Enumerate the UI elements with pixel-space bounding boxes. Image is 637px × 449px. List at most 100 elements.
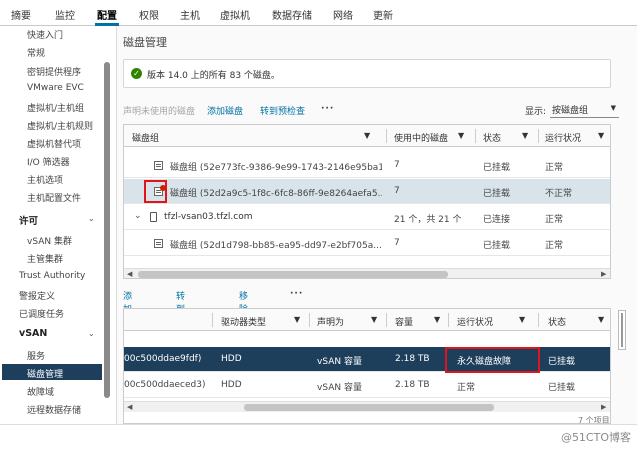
- filter-icon[interactable]: ▼: [598, 131, 604, 140]
- host-name: tfzl-vsan03.tfzl.com: [164, 212, 253, 222]
- sidebar-section-licensing[interactable]: 许可: [19, 213, 38, 227]
- filter-icon[interactable]: ▼: [371, 315, 377, 324]
- claimed-as-value: vSAN 容量: [317, 383, 362, 393]
- sidebar-item-disk-management[interactable]: 磁盘管理: [27, 367, 63, 380]
- disk-group-name: 磁盘组 (52d2a9c5-1f8c-6fc8-86ff-9e8264aefa5…: [170, 189, 382, 199]
- sidebar-item-vm-host-groups[interactable]: 虚拟机/主机组: [27, 101, 84, 114]
- health-value: 正常: [545, 241, 564, 251]
- more-actions-button[interactable]: ···: [321, 104, 334, 114]
- filter-icon[interactable]: ▼: [294, 315, 300, 324]
- sidebar-item-vsan-cluster[interactable]: vSAN 集群: [27, 234, 72, 247]
- sidebar-item-host-profile[interactable]: 主机配置文件: [27, 191, 81, 204]
- column-header-health[interactable]: 运行状况: [457, 315, 493, 328]
- scroll-right-icon[interactable]: ▶: [601, 270, 606, 278]
- sidebar-item-fault-domains[interactable]: 故障域: [27, 385, 54, 398]
- column-divider[interactable]: [538, 313, 539, 327]
- filter-icon[interactable]: ▼: [364, 131, 370, 140]
- tab-updates[interactable]: 更新: [373, 7, 393, 22]
- main-panel: 磁盘管理 ✓ 版本 14.0 上的所有 83 个磁盘。 声明未使用的磁盘 添加磁…: [117, 26, 637, 424]
- chevron-down-icon[interactable]: ⌄: [88, 214, 95, 223]
- sidebar-section-vsan[interactable]: vSAN: [19, 328, 47, 339]
- column-header-disks-in-use[interactable]: 使用中的磁盘: [394, 131, 448, 144]
- column-header-health[interactable]: 运行状况: [545, 131, 581, 144]
- column-divider[interactable]: [475, 129, 476, 143]
- tab-datastores[interactable]: 数据存储: [272, 7, 312, 22]
- table-row[interactable]: 磁盘组 (52e773fc-9386-9e99-1743-2146e95ba1.…: [124, 153, 610, 178]
- scroll-left-icon[interactable]: ◀: [127, 270, 132, 278]
- add-disks-button[interactable]: 添加磁盘: [207, 104, 243, 117]
- scrollbar-thumb[interactable]: [244, 404, 494, 411]
- disks-in-use-value: 7: [394, 160, 400, 170]
- claimed-as-value: vSAN 容量: [317, 357, 362, 367]
- column-header-capacity[interactable]: 容量: [395, 315, 413, 328]
- grid-header: 驱动器类型 ▼ 声明为 ▼ 容量 ▼ 运行状况 ▼ 状态 ▼: [124, 309, 610, 331]
- tab-networks[interactable]: 网络: [333, 7, 353, 22]
- horizontal-scrollbar[interactable]: ◀ ▶: [124, 401, 610, 412]
- sidebar-item-vm-host-rules[interactable]: 虚拟机/主机规则: [27, 119, 93, 132]
- tab-summary[interactable]: 摘要: [11, 7, 31, 22]
- precheck-button[interactable]: 转到预检查: [260, 104, 305, 117]
- claim-unused-disks-button[interactable]: 声明未使用的磁盘: [123, 104, 195, 117]
- sidebar-item-services[interactable]: 服务: [27, 349, 45, 362]
- sidebar-scrollbar[interactable]: [104, 62, 110, 398]
- column-divider[interactable]: [212, 313, 213, 327]
- sidebar-item-key-providers[interactable]: 密钥提供程序: [27, 65, 81, 78]
- more-actions-button[interactable]: ···: [290, 289, 303, 299]
- filter-icon[interactable]: ▼: [458, 131, 464, 140]
- sidebar-item-vmware-evc[interactable]: VMware EVC: [27, 83, 84, 93]
- sidebar-item-quickstart[interactable]: 快速入门: [27, 28, 63, 41]
- show-label: 显示:: [525, 107, 547, 117]
- disk-group-grid: 磁盘组 ▼ 使用中的磁盘 ▼ 状态 ▼ 运行状况 ▼ 磁盘组 (52e773fc…: [123, 124, 611, 279]
- filter-icon[interactable]: ▼: [522, 131, 528, 140]
- chevron-down-icon[interactable]: ⌄: [88, 329, 95, 338]
- scroll-left-icon[interactable]: ◀: [127, 403, 132, 411]
- sidebar-item-alarm-definitions[interactable]: 警报定义: [19, 289, 55, 302]
- health-value: 不正常: [545, 189, 573, 199]
- tab-monitor[interactable]: 监控: [55, 7, 75, 22]
- sidebar-item-scheduled-tasks[interactable]: 已调度任务: [19, 307, 64, 320]
- column-divider[interactable]: [538, 129, 539, 143]
- column-header-claimed-as[interactable]: 声明为: [317, 315, 344, 328]
- info-text: 版本 14.0 上的所有 83 个磁盘。: [147, 71, 280, 81]
- column-divider[interactable]: [309, 313, 310, 327]
- sidebar-item-remote-datastores[interactable]: 远程数据存储: [27, 403, 81, 416]
- column-header-state[interactable]: 状态: [548, 315, 566, 328]
- sidebar-item-host-options[interactable]: 主机选项: [27, 173, 63, 186]
- group-by-value: 按磁盘组: [552, 106, 589, 116]
- table-row-selected[interactable]: 磁盘组 (52d2a9c5-1f8c-6fc8-86ff-9e8264aefa5…: [124, 179, 610, 204]
- column-divider[interactable]: [386, 313, 387, 327]
- horizontal-scrollbar[interactable]: ◀ ▶: [124, 268, 610, 278]
- tab-hosts[interactable]: 主机: [180, 7, 200, 22]
- table-row[interactable]: 00c500ddaeced3) HDD vSAN 容量 2.18 TB 正常 已…: [124, 373, 610, 398]
- config-sidebar: 快速入门 常规 密钥提供程序 VMware EVC 虚拟机/主机组 虚拟机/主机…: [0, 26, 117, 424]
- sidebar-item-trust-authority[interactable]: Trust Authority: [19, 271, 85, 281]
- table-row[interactable]: 磁盘组 (52d1d798-bb85-ea95-dd97-e2bf705a...…: [124, 231, 610, 256]
- disks-in-use-value: 7: [394, 238, 400, 248]
- scroll-right-icon[interactable]: ▶: [601, 403, 606, 411]
- table-row[interactable]: ⌄ tfzl-vsan03.tfzl.com 21 个，共 21 个 已连接 正…: [124, 205, 610, 230]
- tab-permissions[interactable]: 权限: [139, 7, 159, 22]
- tab-vms[interactable]: 虚拟机: [220, 7, 250, 22]
- top-tab-bar: 摘要 监控 配置 权限 主机 虚拟机 数据存储 网络 更新: [0, 0, 637, 26]
- sidebar-item-io-filters[interactable]: I/O 筛选器: [27, 155, 70, 168]
- capacity-value: 2.18 TB: [395, 380, 430, 390]
- scrollbar-thumb[interactable]: [138, 271, 448, 278]
- drive-type-value: HDD: [221, 380, 242, 390]
- group-by-select[interactable]: 按磁盘组 ▼: [550, 101, 619, 118]
- sidebar-item-general[interactable]: 常规: [27, 46, 45, 59]
- info-banner: ✓ 版本 14.0 上的所有 83 个磁盘。: [123, 59, 611, 88]
- tab-configure[interactable]: 配置: [97, 7, 117, 22]
- page-scrollbar[interactable]: [618, 310, 626, 350]
- column-header-disk-group[interactable]: 磁盘组: [132, 131, 159, 144]
- chevron-down-icon[interactable]: ⌄: [134, 211, 142, 221]
- column-header-drive-type[interactable]: 驱动器类型: [221, 315, 266, 328]
- watermark: @51CTO博客: [560, 431, 631, 444]
- sidebar-item-supervisor-cluster[interactable]: 主管集群: [27, 252, 63, 265]
- filter-icon[interactable]: ▼: [434, 315, 440, 324]
- filter-icon[interactable]: ▼: [598, 315, 604, 324]
- column-header-state[interactable]: 状态: [483, 131, 501, 144]
- column-divider[interactable]: [386, 129, 387, 143]
- column-divider[interactable]: [448, 313, 449, 327]
- sidebar-item-vm-overrides[interactable]: 虚拟机替代项: [27, 137, 81, 150]
- filter-icon[interactable]: ▼: [519, 315, 525, 324]
